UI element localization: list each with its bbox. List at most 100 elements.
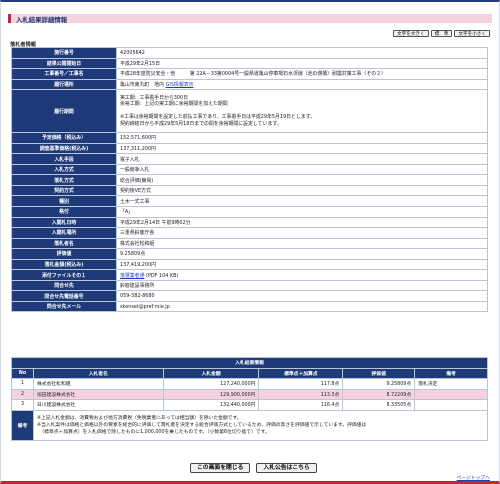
info-value-text: 三重県鈴鹿庁舎 <box>120 230 155 237</box>
font-size-controls: 文字を大きく 標 準 文字を小さく <box>393 30 490 37</box>
results-header-cell: 備考 <box>414 367 488 379</box>
info-value-text: 137,419,200円 <box>120 262 157 269</box>
info-row: 落札者名 株式会社松和組 <box>11 237 488 250</box>
results-note-line: ※当入札案件は価格と価格以外の要素を総合的に評価して落札者を決定する総合評価方式… <box>36 422 367 428</box>
info-value: 土木一式工事 <box>116 195 488 207</box>
results-cell-amount: 132,440,000円 <box>162 399 260 411</box>
info-label: 入開札場所 <box>11 227 117 239</box>
bottom-actions: この画面を閉じる 入札公告はこちら <box>190 463 317 473</box>
info-label: 格付 <box>11 206 117 218</box>
info-value: 9.25809点 <box>116 248 488 260</box>
table-row: 3 日川建設株式会社 132,440,000円 116.4点 8.33505点 <box>11 399 488 411</box>
info-label: 調査基準価格(税込み) <box>11 142 117 155</box>
info-label: 評価値 <box>11 248 117 260</box>
info-value-text: 059-382-8680 <box>120 293 155 300</box>
info-row: 格付 「A」 <box>11 206 488 218</box>
info-label: 入札手段 <box>11 153 117 165</box>
info-label: 落札方式 <box>11 174 117 186</box>
info-value: skenset@pref.mie.jp <box>116 300 488 313</box>
info-row: 調査基準価格(税込み) 137,311,200円 <box>11 142 488 155</box>
info-value: 平成29年2月15日 <box>116 57 488 70</box>
info-value-text: skenset@pref.mie.jp <box>120 303 170 310</box>
info-label: 問合せ先 <box>11 279 117 292</box>
results-note-line: （標準点＋加算点）を入札価格で除したものに1,000,000を乗じたものです。（… <box>36 429 270 435</box>
info-value: 落選業者通 (PDF 104 KB) <box>116 269 488 281</box>
info-value: 総合評価(簡易) <box>116 174 488 186</box>
page-title: 入札結果詳細情報 <box>16 16 68 24</box>
bid-notice-button[interactable]: 入札公告はこちら <box>256 463 317 473</box>
info-value-text: 137,311,200円 <box>120 146 157 152</box>
info-value: 平成28年度防災安全・他 第 22A－33第0004号一般県道亀山停車場石水渓線… <box>116 68 488 80</box>
page-top-link[interactable]: ページトップへ <box>457 474 490 481</box>
info-value: 「A」 <box>116 206 488 218</box>
info-value: 平成29年2月14日 午前9時02分 <box>116 216 488 229</box>
info-value-text: 土木一式工事 <box>120 198 150 205</box>
results-header-cell: 入札者名 <box>32 367 164 379</box>
font-standard-button[interactable]: 標 準 <box>430 30 453 37</box>
results-cell-amount: 127,240,000円 <box>162 378 260 390</box>
font-smaller-button[interactable]: 文字を小さく <box>454 30 490 37</box>
info-value: 三重県鈴鹿庁舎 <box>116 227 488 239</box>
info-row: 落札金額(税込み) 137,419,200円 <box>11 258 488 271</box>
info-row: 添付ファイルその１ 落選業者通 (PDF 104 KB) <box>11 269 488 281</box>
info-value-line: 契約締結日から平成29年5月18日までの間を余裕期間に設定しています。 <box>120 121 282 128</box>
info-link-suffix: (PDF 104 KB) <box>146 272 179 279</box>
info-value: 鈴鹿建設事務所 <box>116 279 488 292</box>
info-row: 問合せ先 鈴鹿建設事務所 <box>11 279 488 292</box>
close-window-button[interactable]: この画面を閉じる <box>190 463 251 473</box>
info-row: 施行番号 42005642 <box>11 47 488 59</box>
info-row: 入開札場所 三重県鈴鹿庁舎 <box>11 227 488 239</box>
info-label: 入札方式 <box>11 163 117 176</box>
bid-results-table: 入札結果情報 No 入札者名 入札金額 標準点＋加算点 評価値 備考 1 株式会社松和組 12… <box>11 357 489 441</box>
info-row: 評価値 9.25809点 <box>11 248 488 260</box>
info-value: 152,571,600円 <box>116 132 488 144</box>
results-cell-eval: 9.25809点 <box>342 378 416 390</box>
info-label: 施行番号 <box>11 47 117 59</box>
results-cell-eval: 8.33505点 <box>342 399 416 411</box>
results-cell-name: 協田建設株式会社 <box>32 388 164 400</box>
results-cell-score: 113.3点 <box>258 388 344 400</box>
info-link[interactable]: 落選業者通 <box>120 273 144 279</box>
info-row: 工事番号／工事名 平成28年度防災安全・他 第 22A－33第0004号一般県道亀… <box>11 68 488 80</box>
info-row: 種別 土木一式工事 <box>11 195 488 207</box>
info-value: 42005642 <box>116 47 488 59</box>
info-value: 137,311,200円 <box>116 142 488 155</box>
info-label: 落札金額(税込み) <box>11 258 117 271</box>
info-label: 落札者名 <box>11 237 117 250</box>
results-header-cell: No <box>11 367 34 379</box>
info-value-text: 平成29年2月14日 午前9時02分 <box>120 219 191 226</box>
results-note-line: ※上記入札金額は、消費税および地方消費税（免税業者にあっては相当額）を除いた金額… <box>36 415 242 421</box>
info-label: 予定価格（税込み） <box>11 132 117 144</box>
info-value-text: 「A」 <box>120 209 134 216</box>
info-row: 履行場所 亀山市東丸町 地内 GIS情報表示 <box>11 78 488 91</box>
info-value: 実工期：工事着手日から300日 余裕工期：上記の実工期に余裕期間を加えた期間 ※工… <box>116 89 488 134</box>
results-cell-score: 116.4点 <box>258 399 344 411</box>
info-row: 履行期間 実工期：工事着手日から300日 余裕工期：上記の実工期に余裕期間を加えた期… <box>11 89 488 134</box>
info-label: 問合せ先電話番号 <box>11 290 117 302</box>
info-value: 電子入札 <box>116 153 488 165</box>
info-value: 137,419,200円 <box>116 258 488 271</box>
info-label: 履行期間 <box>11 89 117 134</box>
info-value-text: 42005642 <box>120 49 145 56</box>
info-label: 入開札日時 <box>11 216 117 229</box>
info-row: 予定価格（税込み） 152,571,600円 <box>11 132 488 144</box>
info-value: 一般競争入札 <box>116 163 488 176</box>
info-value-text: 亀山市東丸町 地内 <box>120 81 165 88</box>
font-larger-button[interactable]: 文字を大きく <box>393 30 429 37</box>
info-row: 入開札日時 平成29年2月14日 午前9時02分 <box>11 216 488 229</box>
results-header-cell: 評価値 <box>342 367 416 379</box>
results-cell-eval: 8.72209点 <box>342 388 416 400</box>
results-cell-no: 2 <box>11 388 34 400</box>
results-cell-name: 日川建設株式会社 <box>32 399 164 411</box>
info-row: 入札手段 電子入札 <box>11 153 488 165</box>
info-value-text: 電子入札 <box>120 156 140 163</box>
info-value-line: 余裕工期：上記の実工期に余裕期間を加えた期間 <box>120 101 228 108</box>
results-title: 入札結果情報 <box>11 357 488 369</box>
results-cell-note: 落札決定 <box>414 378 488 390</box>
info-label: 問合せ先メール <box>11 300 117 313</box>
results-cell-no: 1 <box>11 378 34 390</box>
results-header-cell: 標準点＋加算点 <box>258 367 344 379</box>
info-link[interactable]: GIS情報表示 <box>166 82 194 88</box>
info-value-text: 152,571,600円 <box>120 135 157 142</box>
info-value: 契約後VE方式 <box>116 184 488 197</box>
